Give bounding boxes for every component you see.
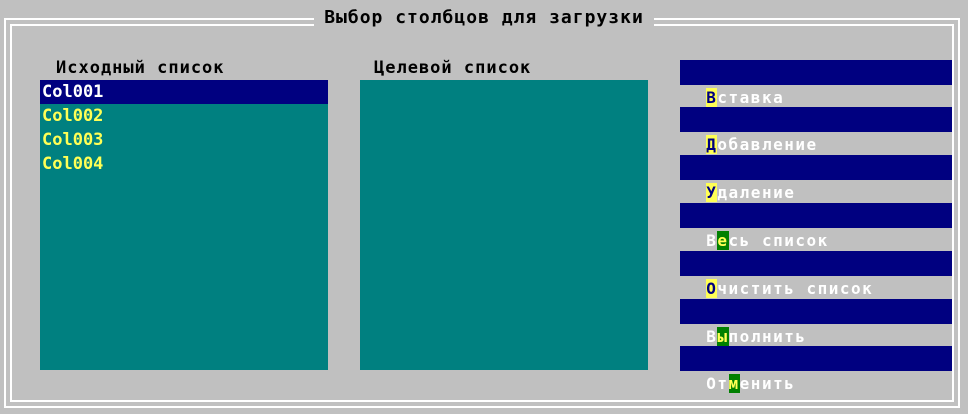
hotkey-letter: м <box>728 374 740 393</box>
cancel-button[interactable]: Отменить <box>680 346 952 393</box>
hotkey-letter: У <box>706 183 718 202</box>
hotkey-letter: Д <box>706 135 718 154</box>
clear-list-button[interactable]: Очистить список <box>680 251 952 298</box>
button-label-prefix: В <box>706 327 718 346</box>
hotkey-letter: О <box>706 279 718 298</box>
source-list-item[interactable]: Col003 <box>40 128 328 152</box>
source-list-item[interactable]: Col001 <box>40 80 328 104</box>
target-listbox[interactable] <box>360 80 648 370</box>
button-label: обавление <box>717 135 818 154</box>
button-label: сь список <box>728 231 829 250</box>
button-label-prefix: От <box>706 374 729 393</box>
button-label: ставка <box>717 88 785 107</box>
button-label: даление <box>717 183 796 202</box>
button-label: полнить <box>728 327 807 346</box>
source-list-label: Исходный список <box>56 58 225 78</box>
execute-button[interactable]: Выполнить <box>680 299 952 346</box>
target-list-label: Целевой список <box>374 58 532 78</box>
dialog-title: Выбор столбцов для загрузки <box>314 6 654 30</box>
source-list-item[interactable]: Col004 <box>40 152 328 176</box>
add-button[interactable]: Добавление <box>680 107 952 154</box>
dialog-title-bar: Выбор столбцов для загрузки <box>0 6 968 30</box>
hotkey-letter: ы <box>717 327 729 346</box>
hotkey-letter: е <box>717 231 729 250</box>
hotkey-letter: В <box>706 88 718 107</box>
button-label-prefix: В <box>706 231 718 250</box>
whole-list-button[interactable]: Весь список <box>680 203 952 250</box>
source-listbox[interactable]: Col001 Col002 Col003 Col004 <box>40 80 328 370</box>
button-label: енить <box>739 374 796 393</box>
insert-button[interactable]: Вставка <box>680 60 952 107</box>
source-list-item[interactable]: Col002 <box>40 104 328 128</box>
delete-button[interactable]: Удаление <box>680 155 952 202</box>
button-label: чистить список <box>717 279 874 298</box>
